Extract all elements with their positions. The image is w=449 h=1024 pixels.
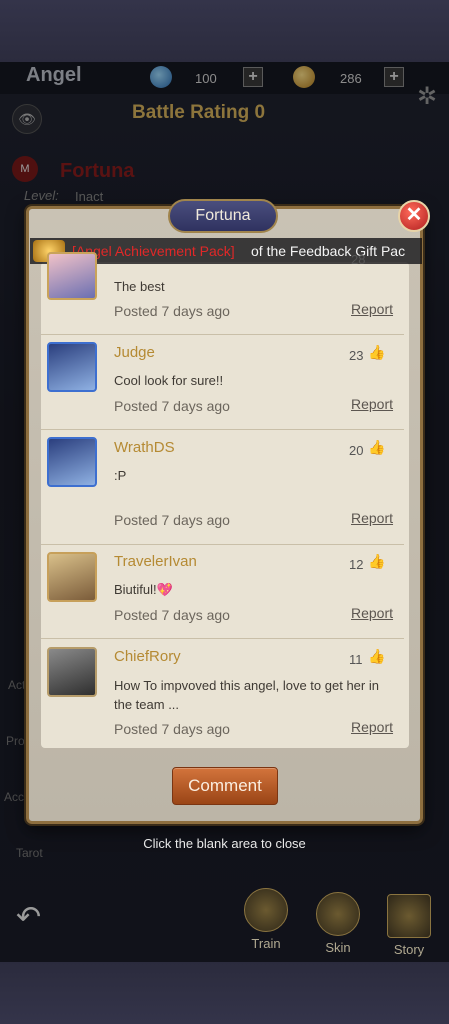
- thumbs-up-icon[interactable]: 👍: [368, 648, 385, 664]
- like-count: 20: [349, 443, 364, 458]
- divider: [41, 429, 404, 430]
- report-link[interactable]: Report: [351, 396, 393, 412]
- close-hint: Click the blank area to close: [143, 836, 306, 851]
- comment-text: Biutiful!💖: [114, 582, 173, 597]
- like-count: 12: [349, 557, 364, 572]
- nav-train[interactable]: Train: [236, 888, 296, 951]
- ticker-text: of the Feedback Gift Pac: [251, 243, 406, 259]
- posted-time: Posted 7 days ago: [114, 303, 230, 319]
- user-avatar[interactable]: [47, 552, 97, 602]
- book-icon: [387, 894, 431, 938]
- user-avatar[interactable]: [47, 252, 97, 300]
- comment-text: Cool look for sure!!: [114, 373, 224, 388]
- divider: [41, 544, 404, 545]
- report-link[interactable]: Report: [351, 719, 393, 735]
- nav-story-label: Story: [393, 942, 425, 957]
- report-link[interactable]: Report: [351, 301, 393, 317]
- train-icon: [244, 888, 288, 932]
- close-button[interactable]: ✕: [398, 200, 430, 232]
- thumbs-up-icon[interactable]: 👍: [368, 344, 385, 360]
- nav-story[interactable]: Story: [379, 894, 439, 957]
- comment-text: The best: [114, 279, 165, 294]
- posted-time: Posted 7 days ago: [114, 512, 230, 528]
- username[interactable]: Judge: [114, 344, 155, 361]
- username[interactable]: TravelerIvan: [114, 553, 197, 570]
- thumbs-up-icon[interactable]: 👍: [368, 553, 385, 569]
- posted-time: Posted 7 days ago: [114, 607, 230, 623]
- user-avatar[interactable]: [47, 342, 97, 392]
- comment-text: :P: [114, 468, 127, 483]
- nav-skin-label: Skin: [325, 940, 351, 955]
- bottom-background-band: [0, 962, 449, 1024]
- posted-time: Posted 7 days ago: [114, 398, 230, 414]
- comment-text: How To impvoved this angel, love to get …: [114, 678, 379, 712]
- user-avatar[interactable]: [47, 647, 97, 697]
- top-background-band: [0, 0, 449, 62]
- like-count: 23: [349, 348, 364, 363]
- thumbs-up-icon[interactable]: 👍: [368, 439, 385, 455]
- back-arrow-icon[interactable]: ↶: [16, 900, 41, 935]
- posted-time: Posted 7 days ago: [114, 721, 230, 737]
- divider: [41, 638, 404, 639]
- report-link[interactable]: Report: [351, 605, 393, 621]
- like-count: 11: [349, 652, 363, 667]
- username[interactable]: ChiefRory: [114, 648, 181, 665]
- comment-button[interactable]: Comment: [172, 767, 278, 805]
- username[interactable]: WrathDS: [114, 439, 175, 456]
- skin-icon: [316, 892, 360, 936]
- dialog-title: Fortuna: [195, 207, 251, 224]
- nav-skin[interactable]: Skin: [308, 892, 368, 955]
- user-avatar[interactable]: [47, 437, 97, 487]
- divider: [41, 334, 404, 335]
- like-count: 28: [351, 252, 366, 267]
- nav-train-label: Train: [251, 936, 281, 951]
- report-link[interactable]: Report: [351, 510, 393, 526]
